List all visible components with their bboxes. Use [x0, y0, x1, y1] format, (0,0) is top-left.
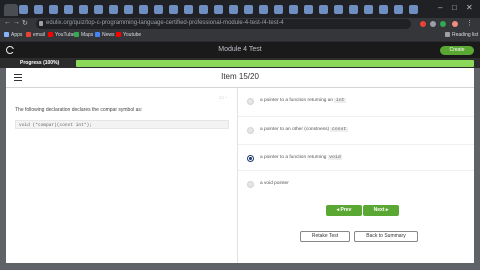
retake-test-button[interactable]: Retake Test — [300, 231, 350, 242]
extension-icon[interactable] — [440, 21, 446, 27]
browser-tab[interactable] — [409, 5, 418, 14]
radio-button[interactable] — [247, 181, 254, 188]
bookmark-apps[interactable]: Apps — [4, 32, 22, 38]
browser-tab[interactable] — [154, 5, 163, 14]
browser-tab[interactable] — [289, 5, 298, 14]
browser-tab[interactable] — [364, 5, 373, 14]
browser-tab[interactable] — [169, 5, 178, 14]
page-title: Module 4 Test — [218, 46, 262, 53]
next-button[interactable]: Next ▸ — [363, 205, 399, 216]
question-code: void (*compar)(const int*); — [15, 120, 229, 129]
reading-list[interactable]: Reading list — [445, 32, 478, 38]
question-text: The following declaration declares the c… — [15, 107, 143, 113]
answer-option[interactable]: a void pointer — [238, 170, 474, 197]
radio-button[interactable] — [247, 155, 254, 162]
browser-tab[interactable] — [4, 4, 18, 16]
email-icon — [26, 32, 31, 37]
browser-tab[interactable] — [244, 5, 253, 14]
back-to-summary-button[interactable]: Back to Summary — [354, 231, 418, 242]
browser-tab[interactable] — [274, 5, 283, 14]
progress-bar-fill — [76, 60, 474, 67]
browser-tab[interactable] — [19, 5, 28, 14]
browser-tab[interactable] — [394, 5, 403, 14]
answer-pane: a pointer to a function returning an int… — [238, 88, 474, 263]
browser-tab[interactable] — [349, 5, 358, 14]
radio-button[interactable] — [247, 127, 254, 134]
news-icon — [95, 32, 100, 37]
bookmark-youtube-2[interactable]: Youtube — [116, 32, 141, 38]
menu-dots-icon[interactable]: ⋮ — [466, 19, 473, 27]
close-window-icon[interactable]: ✕ — [466, 3, 473, 12]
apps-icon — [4, 32, 9, 37]
browser-tab[interactable] — [334, 5, 343, 14]
answer-label: a pointer to a function returning void — [260, 155, 343, 160]
lock-icon — [39, 21, 43, 26]
browser-tab[interactable] — [319, 5, 328, 14]
item-title: Item 15/20 — [221, 72, 259, 81]
browser-tab[interactable] — [64, 5, 73, 14]
browser-tab[interactable] — [139, 5, 148, 14]
extension-icon[interactable] — [430, 21, 436, 27]
browser-tab[interactable] — [379, 5, 388, 14]
profile-avatar[interactable] — [452, 21, 458, 27]
progress-label: Progress (100%) — [20, 60, 60, 66]
forward-icon[interactable]: → — [13, 19, 20, 26]
progress-row: Progress (100%) — [0, 58, 480, 68]
answer-label: a pointer to an other (constness) const — [260, 127, 348, 132]
app-header: Module 4 Test Create — [0, 42, 480, 58]
answer-option[interactable]: a pointer to a function returning an int — [238, 88, 474, 114]
answer-option[interactable]: a pointer to an other (constness) const — [238, 116, 474, 143]
bookmark-youtube[interactable]: YouTube — [48, 32, 75, 38]
browser-tab[interactable] — [214, 5, 223, 14]
youtube-icon — [48, 32, 53, 37]
address-bar: ← → ↻ edulix.org/quiz/top-c-programming-… — [0, 18, 480, 30]
browser-tab[interactable] — [229, 5, 238, 14]
prev-button[interactable]: ◂ Prev — [326, 205, 362, 216]
answer-label: a void pointer — [260, 181, 289, 186]
question-pane: ▭ ◦ The following declaration declares t… — [6, 88, 238, 263]
answer-label: a pointer to a function returning an int — [260, 98, 347, 103]
browser-tab[interactable] — [304, 5, 313, 14]
progress-bar — [76, 60, 474, 67]
browser-tab[interactable] — [94, 5, 103, 14]
bookmarks-bar: Apps email YouTube Maps News Youtube Rea… — [0, 30, 480, 42]
question-tool-icons[interactable]: ▭ ◦ — [219, 95, 227, 101]
youtube-icon — [116, 32, 121, 37]
browser-tab[interactable] — [49, 5, 58, 14]
bookmark-email[interactable]: email — [26, 32, 45, 38]
minimize-icon[interactable]: – — [438, 3, 442, 12]
quiz-panel: Item 15/20 ▭ ◦ The following declaration… — [6, 68, 474, 263]
radio-button[interactable] — [247, 98, 254, 105]
url-text[interactable]: edulix.org/quiz/top-c-programming-langua… — [46, 20, 284, 26]
answer-option[interactable]: a pointer to a function returning void — [238, 144, 474, 171]
create-button[interactable]: Create — [440, 46, 474, 55]
bookmark-maps[interactable]: Maps — [74, 32, 93, 38]
maximize-icon[interactable]: □ — [452, 3, 457, 12]
maps-icon — [74, 32, 79, 37]
extension-icon[interactable] — [420, 21, 426, 27]
reload-icon[interactable]: ↻ — [22, 19, 28, 27]
browser-tab[interactable] — [199, 5, 208, 14]
browser-tab[interactable] — [259, 5, 268, 14]
item-header: Item 15/20 — [6, 68, 474, 88]
omnibox[interactable]: edulix.org/quiz/top-c-programming-langua… — [36, 19, 411, 29]
browser-tab[interactable] — [184, 5, 193, 14]
browser-tab[interactable] — [79, 5, 88, 14]
browser-tab[interactable] — [34, 5, 43, 14]
reading-list-icon — [445, 32, 450, 37]
browser-tab[interactable] — [124, 5, 133, 14]
browser-tab[interactable] — [109, 5, 118, 14]
back-icon[interactable]: ← — [4, 19, 11, 26]
bookmark-news[interactable]: News — [95, 32, 115, 38]
browser-tab-strip: – □ ✕ — [0, 0, 480, 18]
